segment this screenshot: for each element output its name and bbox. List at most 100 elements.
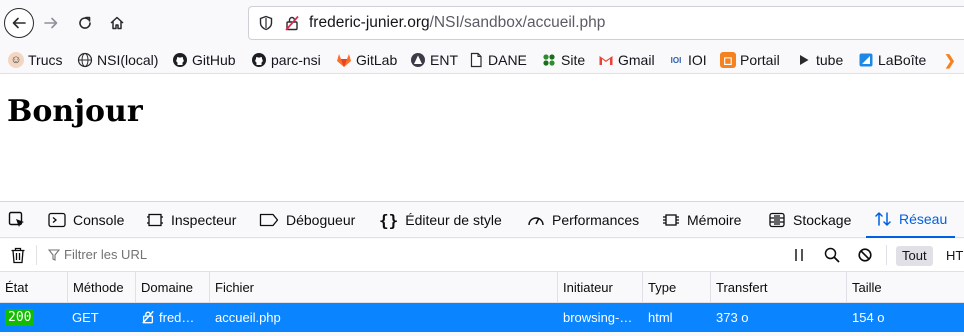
column-header-initiator[interactable]: Initiateur xyxy=(557,272,642,303)
bookmark-dane[interactable]: DANE xyxy=(468,50,527,70)
bookmark-github[interactable]: GitHub xyxy=(172,50,236,70)
bookmark-label: Trucs xyxy=(28,52,63,68)
url-domain: frederic-junier.org xyxy=(309,14,430,31)
reload-button[interactable] xyxy=(70,8,100,38)
laboite-icon xyxy=(859,53,873,67)
insecure-lock-icon[interactable] xyxy=(284,15,300,31)
cell-domain: fred… xyxy=(159,310,195,325)
back-button[interactable] xyxy=(4,8,34,38)
block-requests-icon[interactable] xyxy=(858,248,872,262)
tab-label: Débogueur xyxy=(286,212,356,228)
tab-network[interactable]: Réseau xyxy=(866,202,956,238)
portail-icon: ◻ xyxy=(720,52,736,68)
bookmark-label: Site xyxy=(561,52,586,68)
navigation-toolbar: frederic-junier.org/NSI/sandbox/accueil.… xyxy=(0,0,964,46)
arrow-left-icon xyxy=(12,17,26,29)
page-heading: Bonjour xyxy=(7,94,143,129)
shield-icon[interactable] xyxy=(258,15,274,31)
element-picker-icon[interactable] xyxy=(8,211,26,229)
insecure-lock-icon xyxy=(142,310,154,324)
bookmarks-toolbar: ☺ Trucs NSI(local) GitHub parc-nsi GitLa… xyxy=(0,46,964,74)
arrow-right-icon xyxy=(44,17,58,29)
url-path: /NSI/sandbox/accueil.php xyxy=(429,14,606,31)
bookmark-nsi-local[interactable]: NSI(local) xyxy=(77,50,158,70)
tab-console[interactable]: Console xyxy=(48,202,124,238)
tab-style-editor[interactable]: {} Éditeur de style xyxy=(379,202,502,238)
bookmark-label: GitHub xyxy=(192,52,236,68)
forward-button[interactable] xyxy=(36,8,66,38)
column-header-transferred[interactable]: Transfert xyxy=(710,272,846,303)
cell-type: html xyxy=(648,310,673,325)
bookmark-portail[interactable]: ◻ Portail xyxy=(720,50,780,70)
devtools-panel: Console Inspecteur Débogueur {} Éditeur … xyxy=(0,201,964,336)
column-header-domain[interactable]: Domaine xyxy=(135,272,209,303)
tab-debugger[interactable]: Débogueur xyxy=(259,202,355,238)
cell-initiator: browsing-… xyxy=(563,310,633,325)
pause-icon[interactable] xyxy=(792,248,806,262)
bookmark-label: DANE xyxy=(488,52,527,68)
url-bar[interactable]: frederic-junier.org/NSI/sandbox/accueil.… xyxy=(248,6,964,40)
ioi-icon: IOI xyxy=(670,55,682,65)
status-badge: 200 xyxy=(5,309,35,326)
filter-icon xyxy=(48,249,60,261)
page-content: Bonjour xyxy=(0,74,964,201)
gmail-icon xyxy=(599,56,613,65)
bookmark-ioi[interactable]: IOI IOI xyxy=(668,50,707,70)
performance-icon xyxy=(528,217,544,226)
bookmark-parc-nsi[interactable]: parc-nsi xyxy=(251,50,321,70)
bookmark-label: tube xyxy=(816,52,844,68)
column-header-type[interactable]: Type xyxy=(642,272,710,303)
url-text[interactable]: frederic-junier.org/NSI/sandbox/accueil.… xyxy=(309,14,605,32)
style-editor-icon: {} xyxy=(379,210,399,230)
chevron-right-icon: ❯ xyxy=(944,51,956,68)
table-row[interactable]: 200 GET fred… accueil.php browsing-… htm… xyxy=(0,303,964,332)
column-header-method[interactable]: Méthode xyxy=(67,272,135,303)
column-header-status[interactable]: État xyxy=(0,272,67,303)
network-filter-bar: Filtrer les URL Tout HT xyxy=(0,239,964,272)
bookmark-ent[interactable]: ENT xyxy=(410,50,458,70)
tab-performance[interactable]: Performances xyxy=(527,202,639,238)
bookmark-gmail[interactable]: Gmail xyxy=(598,50,655,70)
bookmark-label: GitLab xyxy=(356,52,398,68)
tab-label: Inspecteur xyxy=(171,212,237,228)
cell-method: GET xyxy=(72,310,99,325)
divider xyxy=(36,245,37,265)
request-table-header: État Méthode Domaine Fichier Initiateur … xyxy=(0,272,964,303)
home-button[interactable] xyxy=(102,8,132,38)
bookmark-label: NSI(local) xyxy=(97,52,159,68)
bookmark-gitlab[interactable]: GitLab xyxy=(336,50,397,70)
gitlab-icon xyxy=(337,54,351,67)
bookmark-laboite[interactable]: LaBoîte xyxy=(858,50,926,70)
trash-icon[interactable] xyxy=(10,247,26,264)
search-icon[interactable] xyxy=(824,247,840,263)
tab-inspector[interactable]: Inspecteur xyxy=(146,202,236,238)
reload-icon xyxy=(79,16,91,29)
tab-memory[interactable]: Mémoire xyxy=(662,202,741,238)
divider xyxy=(886,245,887,265)
bookmark-site[interactable]: Site xyxy=(541,50,585,70)
bookmark-label: ENT xyxy=(430,52,458,68)
tab-storage[interactable]: Stockage xyxy=(768,202,851,238)
inspector-icon xyxy=(147,213,163,227)
column-header-size[interactable]: Taille xyxy=(846,272,964,303)
cell-size: 154 o xyxy=(852,310,885,325)
column-header-file[interactable]: Fichier xyxy=(209,272,557,303)
ent-icon xyxy=(411,53,425,67)
url-filter-input[interactable]: Filtrer les URL xyxy=(64,247,147,262)
github-icon xyxy=(173,53,187,67)
tab-label: Console xyxy=(73,212,125,228)
filter-all-button[interactable]: Tout xyxy=(896,246,933,266)
storage-icon xyxy=(769,212,785,228)
bookmarks-overflow-button[interactable]: ❯ xyxy=(944,50,956,70)
debugger-icon xyxy=(259,213,279,227)
tab-label: Réseau xyxy=(899,211,948,227)
bookmark-trucs[interactable]: ☺ Trucs xyxy=(8,50,62,70)
site-icon xyxy=(543,54,555,66)
filter-html-button[interactable]: HT xyxy=(946,246,963,266)
bookmark-tube[interactable]: tube xyxy=(796,50,843,70)
devtools-tab-bar: Console Inspecteur Débogueur {} Éditeur … xyxy=(0,202,964,238)
play-icon xyxy=(800,55,809,65)
github-icon xyxy=(252,53,266,67)
bookmark-label: IOI xyxy=(688,52,707,68)
tab-label: Éditeur de style xyxy=(405,212,502,228)
